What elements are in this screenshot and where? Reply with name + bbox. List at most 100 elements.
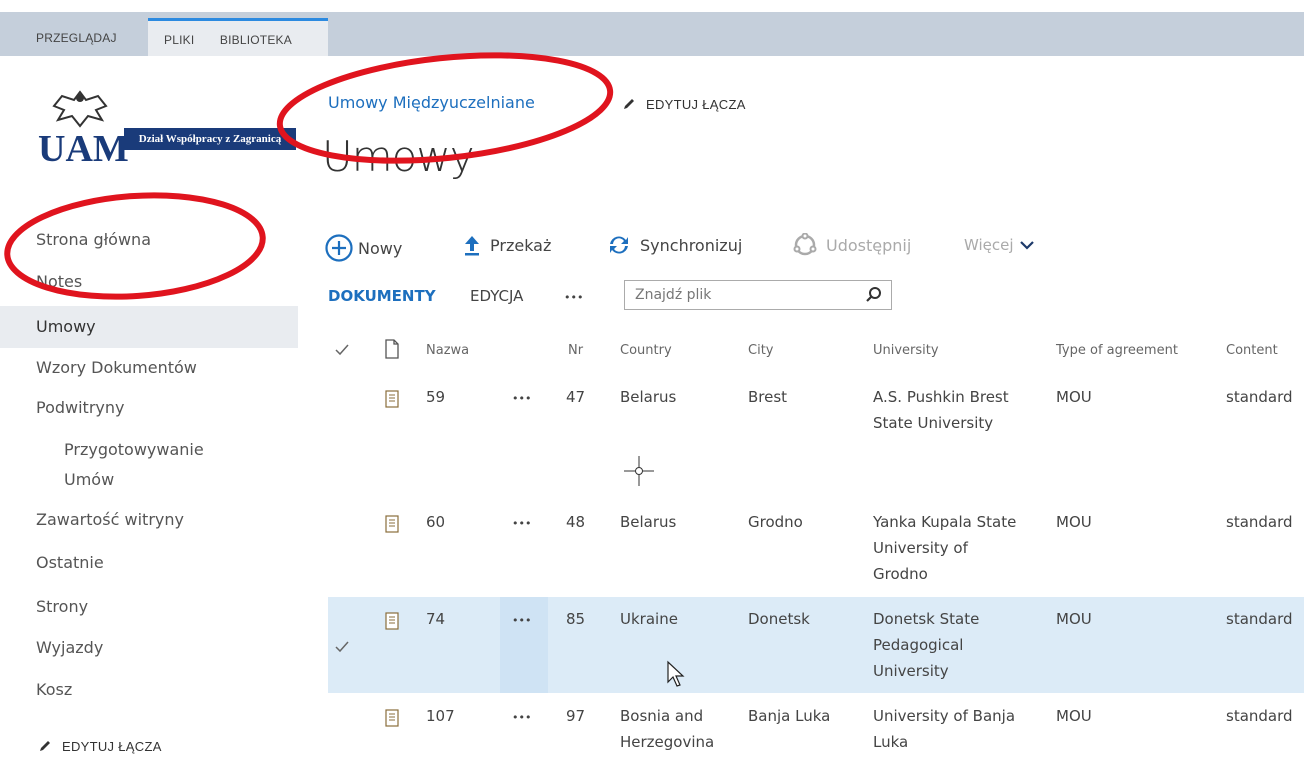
cell-name[interactable]: 74 [426,608,445,630]
page-title: Umowy [322,132,475,181]
share-button-label: Udostępnij [826,235,912,255]
cell-city: Banja Luka [748,707,831,725]
site-logo[interactable]: UAM Dział Współpracy z Zagranicą [34,86,296,172]
column-header-university[interactable]: University [873,343,939,358]
header-edit-links[interactable]: EDYTUJ ŁĄCZA [622,97,746,112]
view-more-ellipsis[interactable]: ••• [564,291,583,304]
cell-university: University of Banja [873,707,1016,725]
nav-trips[interactable]: Wyjazdy [36,638,103,657]
select-all-check-icon[interactable] [335,344,349,356]
row-menu-ellipsis[interactable]: ••• [512,610,531,632]
cell-type: MOU [1056,707,1092,725]
nav-preparing-line1[interactable]: Przygotowywanie [64,440,204,459]
pencil-icon [624,99,634,109]
cell-country: Bosnia and [620,707,704,725]
cell-university: University [873,662,949,680]
nav-document-templates[interactable]: Wzory Dokumentów [36,358,197,377]
cell-country: Ukraine [620,610,678,628]
cell-university: A.S. Pushkin Brest [873,388,1009,406]
cell-nr: 85 [566,610,586,628]
sync-button-label: Synchronizuj [640,235,743,255]
cell-nr: 47 [566,388,586,406]
column-header-name[interactable]: Nazwa [426,343,469,358]
row-check-icon[interactable] [335,641,349,653]
cell-name[interactable]: 59 [426,386,445,408]
cell-university: University of [873,539,968,557]
ribbon-top-strip [0,0,1304,12]
cell-type: MOU [1056,513,1092,531]
file-type-header-icon [385,339,399,359]
view-edit[interactable]: EDYCJA [470,287,523,305]
cell-university: Grodno [873,565,928,583]
column-header-content[interactable]: Content [1226,343,1278,358]
search-placeholder: Znajdź plik [635,287,712,303]
cell-country: Belarus [620,513,677,531]
table-row-selected-bg [328,597,1304,693]
nav-umowy[interactable]: Umowy [0,306,298,348]
row-menu-ellipsis[interactable]: ••• [512,388,531,410]
cell-content: standard [1226,610,1293,628]
document-icon [385,390,399,408]
nav-pages[interactable]: Strony [36,597,88,616]
new-button[interactable]: Nowy [324,233,402,263]
nav-recycle-bin[interactable]: Kosz [36,680,72,699]
share-button[interactable]: Udostępnij [792,233,911,257]
cell-university: Pedagogical [873,636,964,654]
mouse-pointer-icon [667,660,685,687]
more-button[interactable]: Więcej [964,236,1034,254]
upload-arrow-icon [465,236,479,256]
document-icon [385,515,399,533]
tab-browse[interactable]: PRZEGLĄDAJ [36,18,117,56]
nav-subsites[interactable]: Podwitryny [36,398,124,417]
column-header-city[interactable]: City [748,343,773,358]
cell-nr: 97 [566,707,586,725]
nav-preparing-line2[interactable]: Umów [64,470,114,489]
tab-files-library[interactable]: PLIKI BIBLIOTEKA [148,18,328,56]
upload-button[interactable]: Przekaż [462,233,551,257]
cell-type: MOU [1056,610,1092,628]
nav-site-contents[interactable]: Zawartość witryny [36,510,184,529]
search-box[interactable]: Znajdź plik [624,280,892,310]
sync-icon [610,236,628,254]
cell-university: Donetsk State [873,610,980,628]
eagle-emblem-icon [52,90,108,128]
upload-button-label: Przekaż [490,235,552,255]
crosshair-cursor-icon [624,456,654,486]
header-edit-links-label: EDYTUJ ŁĄCZA [646,97,746,112]
row-menu-ellipsis[interactable]: ••• [512,707,531,729]
row-menu-ellipsis[interactable]: ••• [512,513,531,535]
document-icon [385,709,399,727]
new-button-label: Nowy [358,238,403,258]
cell-content: standard [1226,707,1293,725]
chevron-down-icon [1019,241,1034,250]
cell-university: Luka [873,733,909,751]
cell-content: standard [1226,388,1293,406]
nav-edit-links-label: EDYTUJ ŁĄCZA [62,739,162,754]
pencil-icon [40,741,50,751]
cell-content: standard [1226,513,1293,531]
document-icon [385,612,399,630]
nav-recent[interactable]: Ostatnie [36,553,104,572]
cell-type: MOU [1056,388,1092,406]
cell-country: Belarus [620,388,677,406]
tab-files[interactable]: PLIKI [164,33,194,47]
cell-university: Yanka Kupala State [873,513,1017,531]
logo-band-text: Dział Współpracy z Zagranicą [124,128,296,150]
cell-country: Herzegovina [620,733,715,751]
nav-home[interactable]: Strona główna [36,230,151,249]
nav-notes[interactable]: Notes [36,272,82,291]
breadcrumb-site[interactable]: Umowy Międzyuczelniane [328,93,535,112]
search-icon[interactable] [865,286,883,304]
column-header-country[interactable]: Country [620,343,672,358]
cell-city: Brest [748,388,788,406]
cell-city: Donetsk [748,610,810,628]
sync-button[interactable]: Synchronizuj [606,233,742,257]
view-documents[interactable]: DOKUMENTY [328,287,436,305]
cell-name[interactable]: 60 [426,511,445,533]
logo-mark: UAM [38,128,129,170]
cell-name[interactable]: 107 [426,705,455,727]
column-header-type[interactable]: Type of agreement [1056,343,1178,358]
nav-edit-links[interactable]: EDYTUJ ŁĄCZA [38,739,162,754]
tab-library[interactable]: BIBLIOTEKA [220,33,292,47]
column-header-nr[interactable]: Nr [568,343,583,358]
